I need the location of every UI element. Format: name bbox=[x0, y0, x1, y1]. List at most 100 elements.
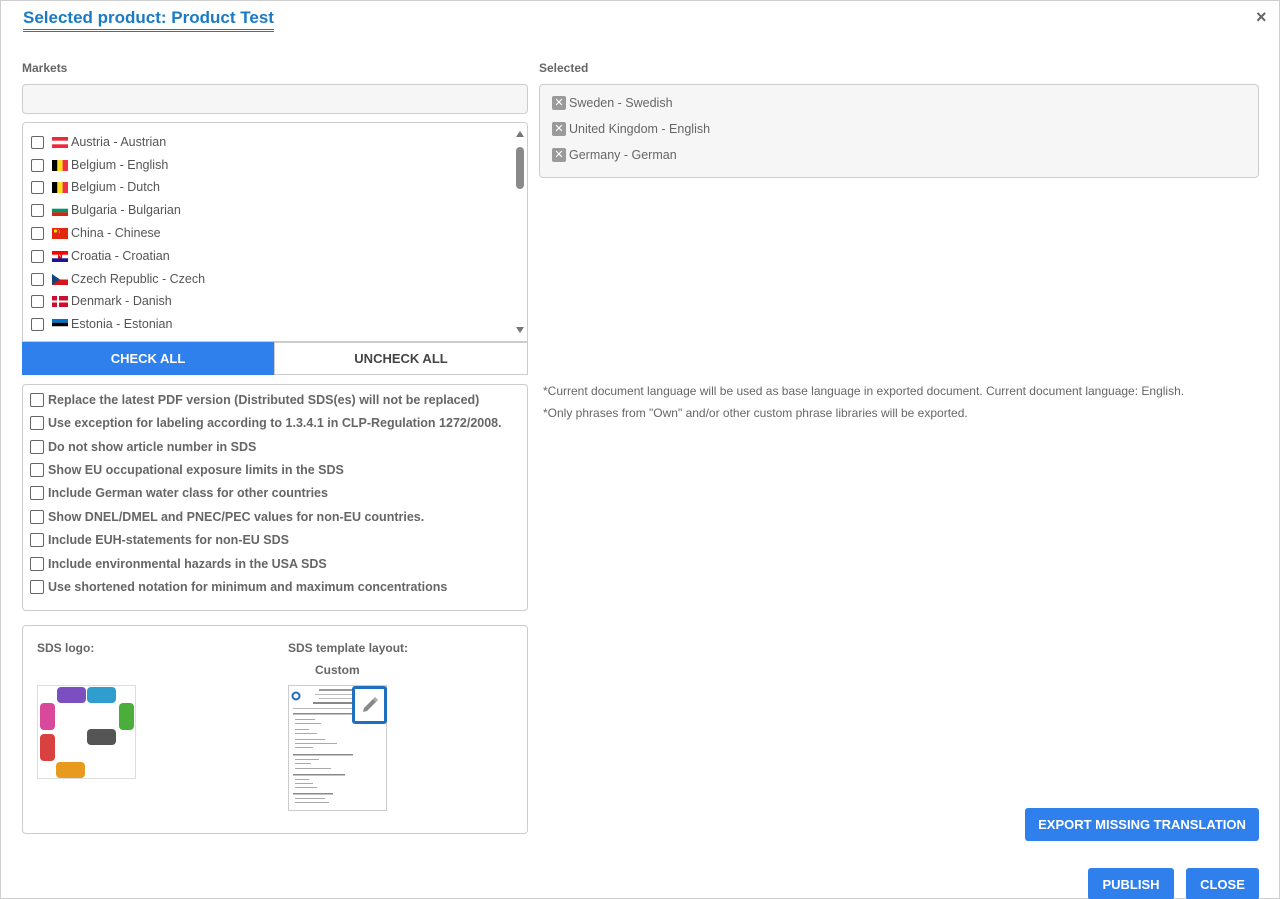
option-shortened-notation[interactable]: Use shortened notation for minimum and m… bbox=[30, 578, 447, 596]
market-item-croatia[interactable]: Croatia - Croatian bbox=[31, 246, 170, 266]
logo-blob-red bbox=[40, 734, 55, 761]
market-label: China - Chinese bbox=[71, 226, 161, 240]
croatia-flag-icon bbox=[52, 250, 68, 262]
market-checkbox[interactable] bbox=[31, 203, 44, 217]
market-checkbox[interactable] bbox=[31, 226, 44, 240]
scroll-thumb[interactable] bbox=[516, 147, 524, 189]
uncheck-all-button[interactable]: UNCHECK ALL bbox=[274, 342, 528, 375]
logo-blob-orange bbox=[56, 762, 85, 778]
market-checkbox[interactable] bbox=[31, 180, 44, 194]
option-german-water-class[interactable]: Include German water class for other cou… bbox=[30, 484, 328, 502]
market-label: Bulgaria - Bulgarian bbox=[71, 203, 181, 217]
option-env-hazards-usa[interactable]: Include environmental hazards in the USA… bbox=[30, 555, 327, 573]
option-checkbox[interactable] bbox=[30, 510, 44, 524]
markets-scrollbar[interactable] bbox=[513, 123, 527, 341]
dialog: Selected product: Product Test × Markets… bbox=[0, 0, 1280, 899]
sds-settings-panel: SDS logo: SDS template layout: Custom bbox=[22, 625, 528, 834]
note-base-language: *Current document language will be used … bbox=[543, 384, 1185, 398]
market-checkbox[interactable] bbox=[31, 272, 44, 286]
logo-blob-purple bbox=[57, 687, 86, 703]
logo-blob-blue bbox=[87, 687, 116, 703]
selected-item: ✕ Sweden - Swedish bbox=[552, 96, 673, 110]
dialog-title: Selected product: Product Test bbox=[23, 8, 274, 32]
option-label: Include environmental hazards in the USA… bbox=[48, 557, 327, 571]
option-labeling-exception[interactable]: Use exception for labeling according to … bbox=[30, 414, 502, 432]
markets-search-input[interactable] bbox=[22, 84, 528, 114]
sds-logo-image[interactable] bbox=[37, 685, 136, 779]
publish-button[interactable]: PUBLISH bbox=[1088, 868, 1174, 899]
market-checkbox[interactable] bbox=[31, 158, 44, 172]
remove-icon[interactable]: ✕ bbox=[552, 148, 566, 162]
selected-markets-box: ✕ Sweden - Swedish ✕ United Kingdom - En… bbox=[539, 84, 1259, 178]
option-eu-exposure-limits[interactable]: Show EU occupational exposure limits in … bbox=[30, 461, 344, 479]
markets-list[interactable]: Austria - Austrian Belgium - English Bel… bbox=[22, 122, 528, 342]
close-icon[interactable]: × bbox=[1256, 7, 1267, 28]
estonia-flag-icon bbox=[52, 318, 68, 330]
pencil-icon bbox=[362, 697, 378, 712]
option-checkbox[interactable] bbox=[30, 463, 44, 477]
close-button[interactable]: CLOSE bbox=[1186, 868, 1259, 899]
market-checkbox[interactable] bbox=[31, 249, 44, 263]
market-item-bulgaria[interactable]: Bulgaria - Bulgarian bbox=[31, 200, 181, 220]
market-checkbox[interactable] bbox=[31, 135, 44, 149]
selected-item-label: Germany - German bbox=[569, 148, 677, 162]
sds-logo-label: SDS logo: bbox=[37, 641, 95, 655]
market-item-austria[interactable]: Austria - Austrian bbox=[31, 132, 166, 152]
market-item-czech-republic[interactable]: Czech Republic - Czech bbox=[31, 269, 205, 289]
scroll-down-icon[interactable] bbox=[516, 327, 524, 333]
option-checkbox[interactable] bbox=[30, 393, 44, 407]
market-item-china[interactable]: China - Chinese bbox=[31, 223, 161, 243]
scroll-up-icon[interactable] bbox=[516, 131, 524, 137]
market-label: Austria - Austrian bbox=[71, 135, 167, 149]
remove-icon[interactable]: ✕ bbox=[552, 96, 566, 110]
option-label: Do not show article number in SDS bbox=[48, 440, 257, 454]
option-checkbox[interactable] bbox=[30, 440, 44, 454]
belgium-flag-icon bbox=[52, 181, 68, 193]
option-euh-statements[interactable]: Include EUH-statements for non-EU SDS bbox=[30, 531, 289, 549]
selected-item-label: Sweden - Swedish bbox=[569, 96, 673, 110]
selected-item: ✕ Germany - German bbox=[552, 148, 677, 162]
option-label: Replace the latest PDF version (Distribu… bbox=[48, 393, 480, 407]
sds-template-value: Custom bbox=[315, 663, 360, 677]
remove-icon[interactable]: ✕ bbox=[552, 122, 566, 136]
market-checkbox[interactable] bbox=[31, 317, 44, 331]
check-all-button[interactable]: CHECK ALL bbox=[22, 342, 274, 375]
sds-template-label: SDS template layout: bbox=[288, 641, 409, 655]
export-missing-translation-button[interactable]: EXPORT MISSING TRANSLATION bbox=[1025, 808, 1259, 841]
belgium-flag-icon bbox=[52, 159, 68, 171]
option-label: Show EU occupational exposure limits in … bbox=[48, 463, 344, 477]
edit-template-button[interactable] bbox=[352, 686, 387, 724]
option-checkbox[interactable] bbox=[30, 580, 44, 594]
option-label: Show DNEL/DMEL and PNEC/PEC values for n… bbox=[48, 510, 425, 524]
market-label: Croatia - Croatian bbox=[71, 249, 170, 263]
option-hide-article-number[interactable]: Do not show article number in SDS bbox=[30, 438, 256, 456]
market-checkbox[interactable] bbox=[31, 294, 44, 308]
logo-blob-pink bbox=[40, 703, 55, 730]
market-item-denmark[interactable]: Denmark - Danish bbox=[31, 291, 172, 311]
logo-blob-green bbox=[119, 703, 134, 730]
denmark-flag-icon bbox=[52, 295, 68, 307]
selected-label: Selected bbox=[539, 61, 589, 75]
option-checkbox[interactable] bbox=[30, 557, 44, 571]
austria-flag-icon bbox=[52, 136, 68, 148]
option-label: Include EUH-statements for non-EU SDS bbox=[48, 533, 289, 547]
option-dnel-pnec[interactable]: Show DNEL/DMEL and PNEC/PEC values for n… bbox=[30, 508, 424, 526]
option-label: Include German water class for other cou… bbox=[48, 486, 328, 500]
logo-blob-gray bbox=[87, 729, 116, 745]
market-item-belgium-dutch[interactable]: Belgium - Dutch bbox=[31, 177, 160, 197]
option-checkbox[interactable] bbox=[30, 533, 44, 547]
market-label: Estonia - Estonian bbox=[71, 317, 173, 331]
market-item-belgium-english[interactable]: Belgium - English bbox=[31, 155, 168, 175]
option-checkbox[interactable] bbox=[30, 416, 44, 430]
czech-flag-icon bbox=[52, 273, 68, 285]
selected-item: ✕ United Kingdom - English bbox=[552, 122, 710, 136]
market-label: Belgium - Dutch bbox=[71, 180, 160, 194]
market-label: Belgium - English bbox=[71, 158, 169, 172]
market-item-estonia[interactable]: Estonia - Estonian bbox=[31, 314, 172, 334]
bulgaria-flag-icon bbox=[52, 204, 68, 216]
option-replace-pdf[interactable]: Replace the latest PDF version (Distribu… bbox=[30, 391, 479, 409]
option-label: Use shortened notation for minimum and m… bbox=[48, 580, 448, 594]
option-checkbox[interactable] bbox=[30, 486, 44, 500]
china-flag-icon bbox=[52, 227, 68, 239]
market-label: Czech Republic - Czech bbox=[71, 272, 206, 286]
